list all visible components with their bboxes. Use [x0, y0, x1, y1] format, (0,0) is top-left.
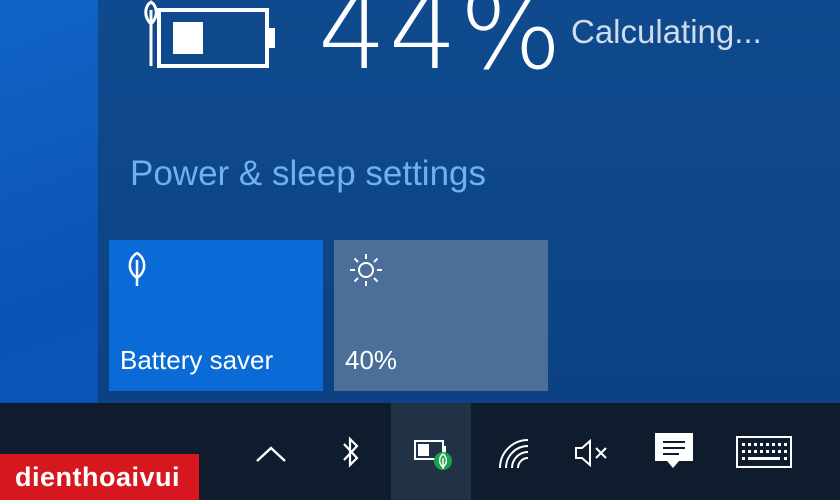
action-center-icon	[655, 433, 693, 468]
chevron-up-icon	[256, 446, 286, 462]
battery-percentage: 44%	[318, 0, 565, 94]
network-button[interactable]	[488, 403, 540, 500]
watermark-logo: dienthoaivui	[0, 454, 199, 500]
battery-status: Calculating...	[571, 13, 762, 50]
brightness-icon	[350, 254, 382, 286]
brightness-tile[interactable]: 40%	[334, 240, 548, 391]
brightness-label: 40%	[345, 345, 398, 375]
battery-saver-tray-icon	[414, 440, 452, 470]
battery-saver-tile[interactable]: Battery saver	[109, 240, 323, 391]
power-sleep-settings-link[interactable]: Power & sleep settings	[130, 154, 486, 194]
wifi-icon	[499, 439, 529, 469]
bluetooth-button[interactable]	[327, 403, 375, 500]
watermark-text: dienthoaivui	[15, 462, 181, 492]
leaf-icon	[128, 252, 146, 286]
volume-muted-icon	[575, 439, 607, 467]
battery-charging-leaf-icon	[144, 0, 275, 68]
show-hidden-icons-button[interactable]	[245, 403, 295, 500]
volume-button[interactable]	[565, 403, 617, 500]
touch-keyboard-button[interactable]	[728, 403, 800, 500]
action-center-button[interactable]	[642, 403, 704, 500]
touch-keyboard-icon	[736, 436, 792, 468]
bluetooth-icon	[343, 436, 359, 468]
battery-saver-label: Battery saver	[120, 345, 274, 375]
battery-tray-button[interactable]	[391, 403, 471, 500]
